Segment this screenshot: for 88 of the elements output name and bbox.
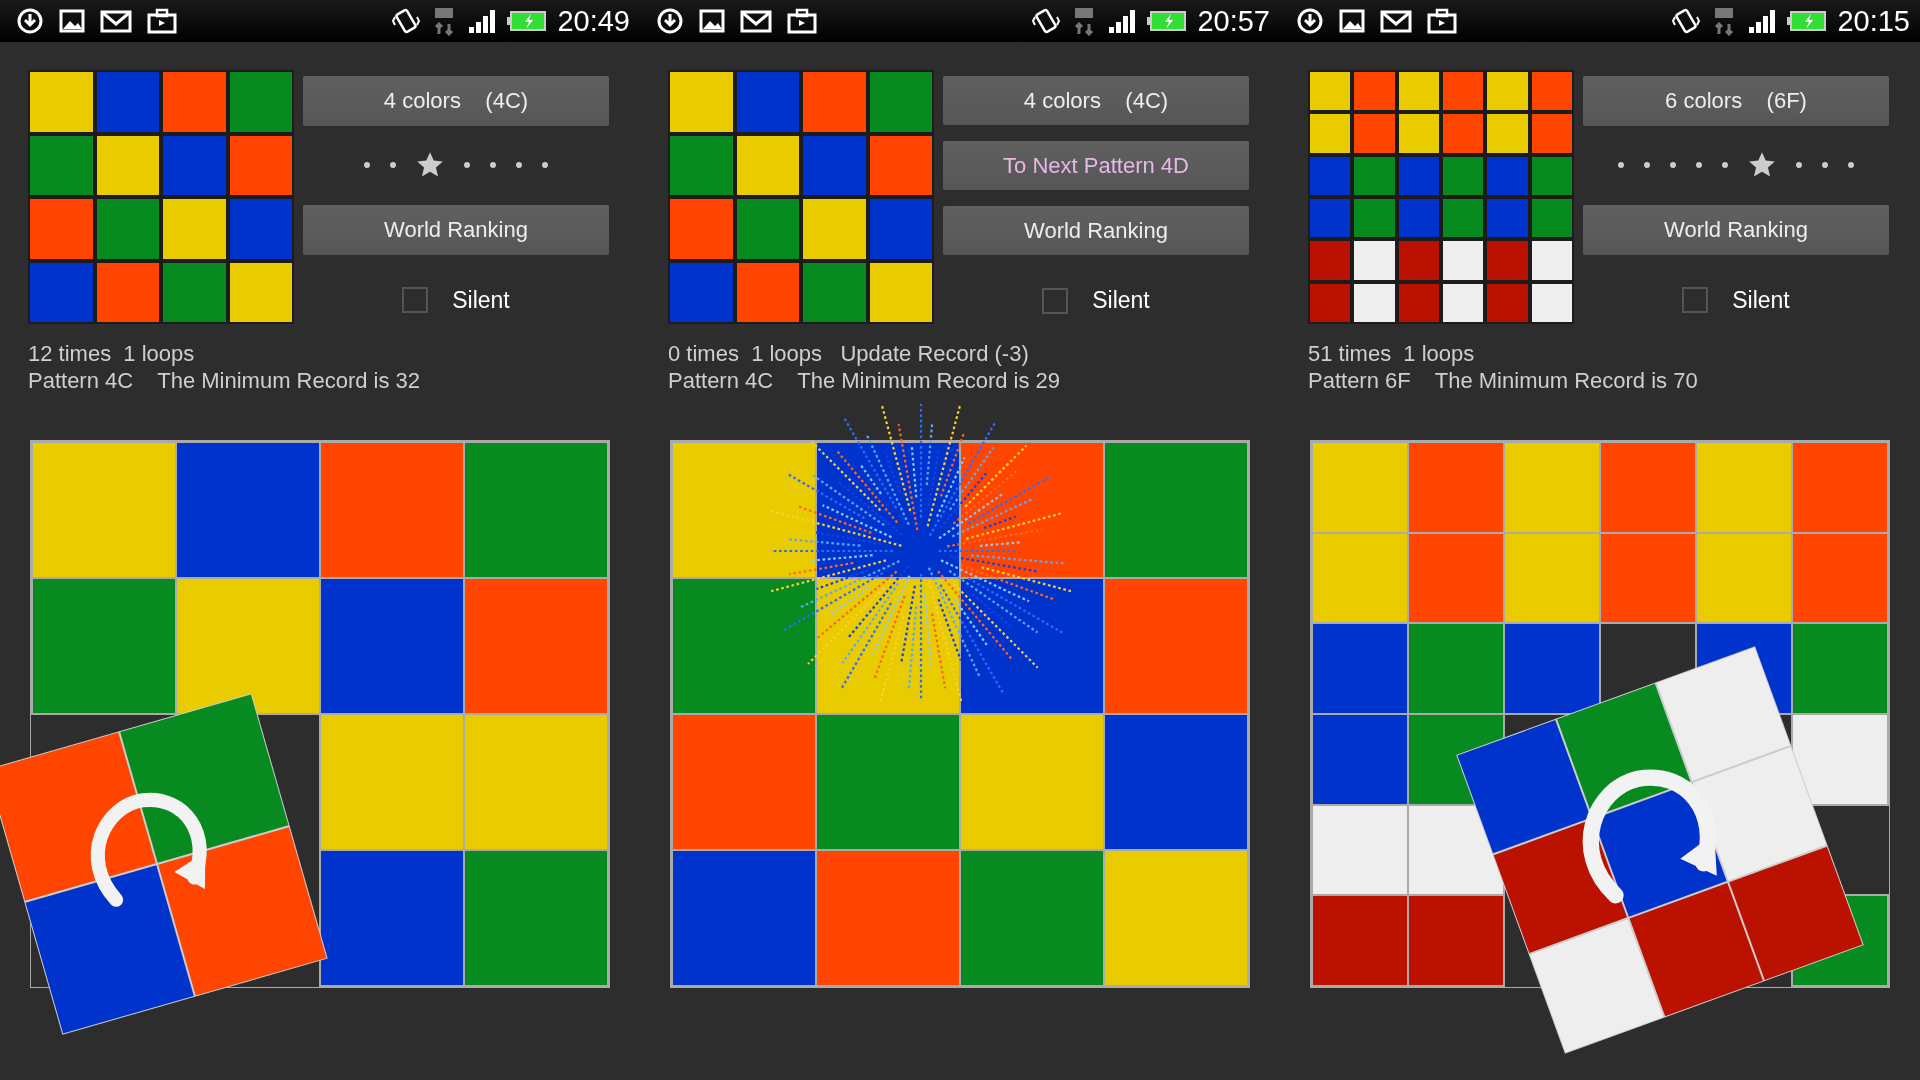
info-text: 12 times 1 loops bbox=[28, 340, 196, 367]
board-tile[interactable] bbox=[33, 579, 175, 713]
board-tile[interactable] bbox=[1793, 533, 1887, 623]
board-tile[interactable] bbox=[1313, 715, 1407, 804]
board-tile[interactable] bbox=[321, 579, 463, 713]
board-tile[interactable] bbox=[1313, 533, 1407, 623]
info-text: Pattern 6F The Minimum Record is 70 bbox=[1308, 367, 1699, 394]
board-tile[interactable] bbox=[33, 443, 175, 577]
board-tile[interactable] bbox=[465, 715, 607, 849]
board-tile[interactable] bbox=[961, 851, 1103, 985]
board-tile[interactable] bbox=[465, 579, 607, 713]
board-tile[interactable] bbox=[177, 579, 319, 713]
info-text: 51 times 1 loops bbox=[1308, 340, 1476, 367]
info-text: 0 times 1 loops Update Record (-3) bbox=[668, 340, 1030, 367]
checkbox[interactable] bbox=[1682, 287, 1709, 314]
menu-button[interactable]: 4 colors (4C) bbox=[303, 76, 609, 126]
battery-icon bbox=[507, 9, 548, 33]
board-tile[interactable] bbox=[1409, 533, 1503, 623]
briefcase-icon bbox=[786, 7, 818, 35]
board-tile[interactable] bbox=[961, 579, 1103, 713]
board-tile[interactable] bbox=[817, 851, 959, 985]
board-tile[interactable] bbox=[1105, 443, 1247, 577]
board-tile[interactable] bbox=[673, 851, 815, 985]
board-tile[interactable] bbox=[1601, 443, 1695, 532]
board-tile[interactable] bbox=[1505, 443, 1599, 532]
board-tile[interactable] bbox=[1409, 896, 1503, 985]
image-icon bbox=[698, 7, 726, 35]
board-tile[interactable] bbox=[1313, 896, 1407, 985]
board-tile[interactable] bbox=[1105, 715, 1247, 849]
menu-button[interactable]: World Ranking bbox=[943, 206, 1249, 256]
checkbox-label: Silent bbox=[452, 286, 510, 314]
board-tile[interactable] bbox=[321, 851, 463, 985]
download-icon bbox=[656, 7, 684, 35]
next-pattern-button[interactable]: To Next Pattern 4D bbox=[943, 141, 1249, 191]
board-tile[interactable] bbox=[673, 443, 815, 577]
board-tile[interactable] bbox=[1409, 443, 1503, 532]
checkbox[interactable] bbox=[1042, 287, 1069, 314]
board-tile[interactable] bbox=[1505, 533, 1599, 623]
download-icon bbox=[16, 7, 44, 35]
board-tile[interactable] bbox=[465, 443, 607, 577]
board-tile[interactable] bbox=[817, 579, 959, 713]
vibrate-icon bbox=[1671, 7, 1702, 35]
board-tile[interactable] bbox=[1105, 851, 1247, 985]
briefcase-icon bbox=[1426, 7, 1458, 35]
board-tile[interactable] bbox=[1601, 533, 1695, 623]
board-tile[interactable] bbox=[1313, 624, 1407, 713]
board-tile[interactable] bbox=[465, 851, 607, 985]
board-tile[interactable] bbox=[1313, 805, 1407, 895]
checkbox-label: Silent bbox=[1092, 287, 1150, 315]
image-icon bbox=[58, 7, 86, 35]
clock-time: 20:15 bbox=[1837, 4, 1910, 38]
battery-icon bbox=[1147, 9, 1188, 33]
briefcase-icon bbox=[146, 7, 178, 35]
menu-button[interactable]: 4 colors (4C) bbox=[943, 76, 1249, 126]
menu-button[interactable]: World Ranking bbox=[1583, 205, 1889, 255]
board-tile[interactable] bbox=[817, 715, 959, 849]
board-tile[interactable] bbox=[961, 443, 1103, 577]
signal-icon bbox=[1747, 7, 1778, 35]
signal-icon bbox=[1107, 7, 1138, 35]
checkbox-label: Silent bbox=[1732, 286, 1790, 314]
board-tile[interactable] bbox=[1793, 624, 1887, 713]
download-icon bbox=[1296, 7, 1324, 35]
board-tile[interactable] bbox=[1313, 443, 1407, 532]
menu-button[interactable]: 6 colors (6F) bbox=[1583, 76, 1889, 126]
signal-icon bbox=[467, 7, 498, 35]
menu-button[interactable]: World Ranking bbox=[303, 205, 609, 255]
info-text: Pattern 4C The Minimum Record is 29 bbox=[668, 367, 1062, 394]
info-text: Pattern 4C The Minimum Record is 32 bbox=[28, 367, 422, 394]
board-tile[interactable] bbox=[321, 443, 463, 577]
clock-time: 20:49 bbox=[557, 4, 630, 38]
board-tile[interactable] bbox=[1697, 443, 1791, 532]
vibrate-icon bbox=[1031, 7, 1062, 35]
board-tile[interactable] bbox=[1105, 579, 1247, 713]
board-tile[interactable] bbox=[321, 715, 463, 849]
clock-time: 20:57 bbox=[1197, 4, 1270, 38]
checkbox[interactable] bbox=[402, 287, 429, 314]
board-tile[interactable] bbox=[1505, 624, 1599, 713]
board-tile[interactable] bbox=[177, 443, 319, 577]
image-icon bbox=[1338, 7, 1366, 35]
board-tile[interactable] bbox=[673, 715, 815, 849]
board-tile[interactable] bbox=[1697, 533, 1791, 623]
battery-icon bbox=[1787, 9, 1828, 33]
vibrate-icon bbox=[391, 7, 422, 35]
board-tile[interactable] bbox=[1793, 715, 1887, 804]
board-tile[interactable] bbox=[1409, 624, 1503, 713]
board-tile[interactable] bbox=[961, 715, 1103, 849]
board-tile[interactable] bbox=[1793, 443, 1887, 532]
board-tile[interactable] bbox=[673, 579, 815, 713]
